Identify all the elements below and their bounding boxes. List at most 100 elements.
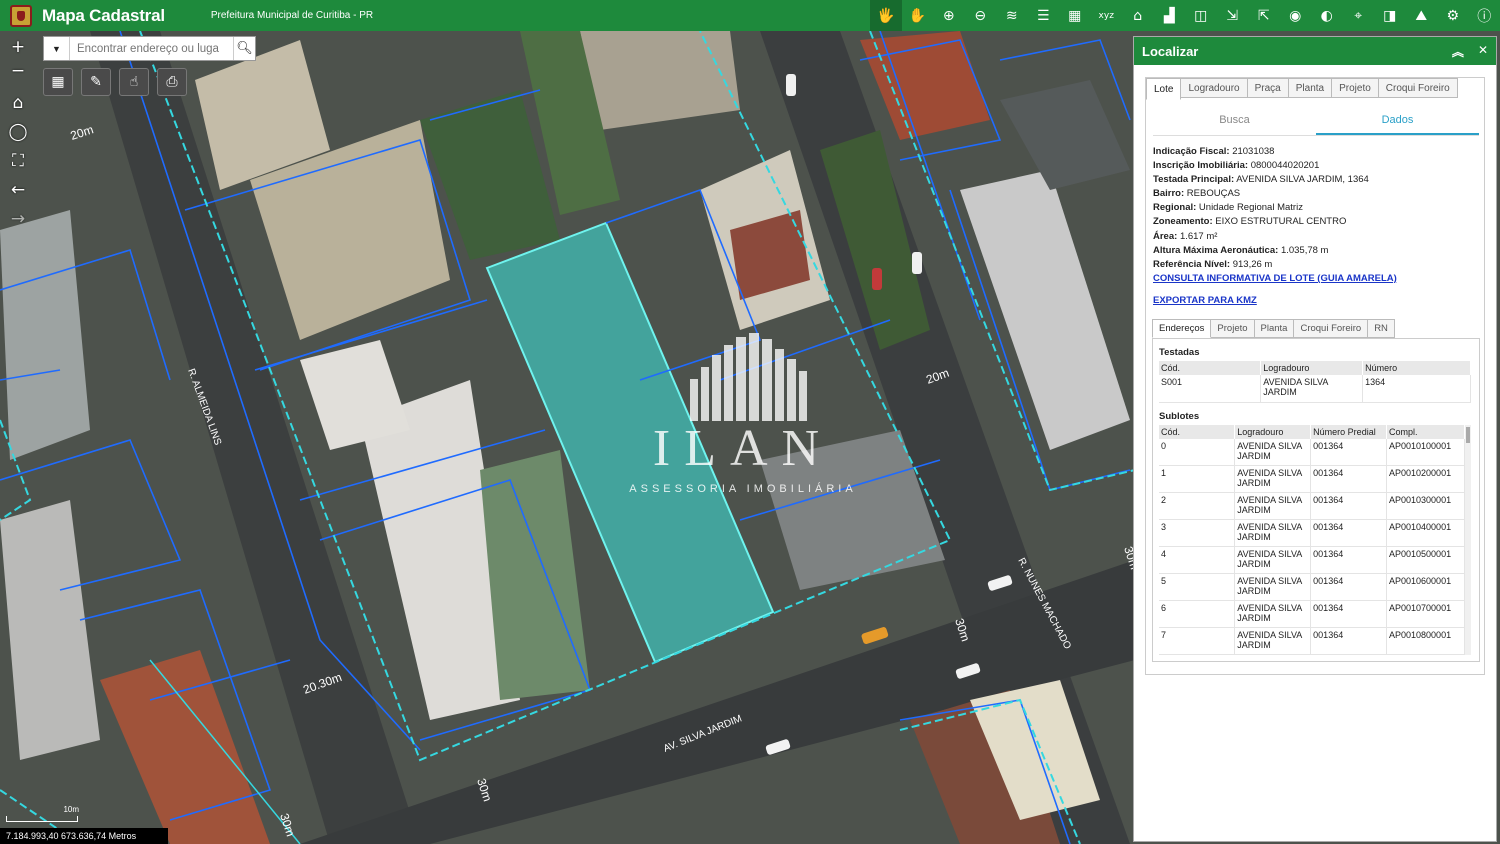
identify-icon[interactable]: 🖐	[870, 0, 902, 31]
close-icon[interactable]: ✕	[1478, 43, 1488, 60]
field-value: 913,26 m	[1232, 258, 1273, 270]
export-icon[interactable]: ⇱	[1248, 0, 1280, 31]
import-icon[interactable]: ⇲	[1217, 0, 1249, 31]
map-query-icon[interactable]: ⌖	[1343, 0, 1375, 31]
field-row: Bairro: REBOUÇAS	[1153, 187, 1483, 201]
testadas-table: Cód. Logradouro Número S001 AVENIDA SILVA JA…	[1159, 361, 1471, 403]
building-icon[interactable]: ▟	[1154, 0, 1186, 31]
layers-icon[interactable]: ≋	[996, 0, 1028, 31]
table-row[interactable]: 6 AVENIDA SILVA JARDIM 001364 AP0010700001	[1159, 600, 1465, 628]
tab-busca[interactable]: Busca	[1153, 108, 1316, 135]
tab-projeto[interactable]: Projeto	[1332, 78, 1379, 98]
swipe-icon[interactable]: ◨	[1374, 0, 1406, 31]
table-cell: AP0010500001	[1386, 546, 1465, 574]
city-crest-logo	[10, 4, 32, 27]
detail-tab-rn[interactable]: RN	[1368, 319, 1395, 338]
zoom-out-button[interactable]: −	[6, 59, 30, 83]
table-cell: 2	[1159, 492, 1236, 520]
identify-tool-icon[interactable]: ☝	[119, 68, 149, 96]
table-row[interactable]: 7 AVENIDA SILVA JARDIM 001364 AP0010800001	[1159, 627, 1465, 655]
search-input[interactable]	[70, 37, 233, 60]
home-icon[interactable]: ⌂	[6, 91, 30, 115]
terrain-icon[interactable]: ⛰	[1406, 0, 1438, 31]
column-header: Cód.	[1159, 361, 1262, 375]
field-value: 1.035,78 m	[1280, 244, 1329, 256]
compare-icon[interactable]: ◫	[1185, 0, 1217, 31]
previous-extent-icon[interactable]: ←	[6, 178, 30, 202]
table-row[interactable]: 5 AVENIDA SILVA JARDIM 001364 AP0010600001	[1159, 573, 1465, 601]
panel-body: Lote Logradouro Praça Planta Projeto Croqui F…	[1145, 77, 1485, 675]
info-icon[interactable]: ⓘ	[1469, 0, 1500, 31]
locate-icon[interactable]: ◯	[6, 120, 30, 144]
search-icon[interactable]: 🔍︎	[233, 37, 255, 60]
zoom-controls: + −	[6, 35, 30, 83]
pan-icon[interactable]: ✋	[902, 0, 934, 31]
sublotes-table: Cód. Logradouro Número Predial Compl. 0 AVENI…	[1159, 424, 1465, 655]
field-row: Testada Principal: AVENIDA SILVA JARDIM,…	[1153, 173, 1483, 187]
sublotes-scroll-area[interactable]: Cód. Logradouro Número Predial Compl. 0 AVENI…	[1159, 424, 1471, 655]
basemap-grid-icon[interactable]: ▦	[1059, 0, 1091, 31]
panel-header: Localizar ︽ ✕	[1134, 37, 1496, 65]
table-row[interactable]: 4 AVENIDA SILVA JARDIM 001364 AP0010500001	[1159, 546, 1465, 574]
search-source-dropdown[interactable]: ▼	[44, 37, 70, 60]
field-value: 21031038	[1232, 146, 1275, 157]
basemap-gallery-icon[interactable]: ▦	[43, 68, 73, 96]
table-row[interactable]: 1 AVENIDA SILVA JARDIM 001364 AP0010200001	[1159, 465, 1465, 493]
field-label: Zoneamento:	[1153, 216, 1213, 228]
enderecos-box: Testadas Cód. Logradouro Número S001 AVENIDA…	[1152, 338, 1480, 662]
table-row[interactable]: 3 AVENIDA SILVA JARDIM 001364 AP0010400001	[1159, 519, 1465, 547]
app-subtitle: Prefeitura Municipal de Curitiba - PR	[210, 10, 374, 21]
column-header: Logradouro	[1234, 424, 1312, 439]
globe-icon[interactable]: ◐	[1311, 0, 1343, 31]
measure-icon[interactable]: ✎	[81, 68, 111, 96]
tab-praça[interactable]: Praça	[1247, 78, 1289, 98]
zoom-in-button[interactable]: +	[6, 35, 30, 59]
table-cell: AVENIDA SILVA JARDIM	[1234, 465, 1312, 493]
table-cell: AP0010600001	[1386, 573, 1465, 601]
field-value: 1.617 m²	[1179, 230, 1218, 242]
field-row: Altura Máxima Aeronáutica: 1.035,78 m	[1153, 244, 1483, 258]
table-cell: AP0010800001	[1386, 627, 1465, 655]
search-bar: ▼ 🔍︎	[43, 36, 256, 61]
legend-icon[interactable]: ☰	[1028, 0, 1060, 31]
table-cell: 001364	[1310, 465, 1388, 493]
collapse-icon[interactable]: ︽	[1452, 43, 1464, 60]
detail-tab-croqui-foreiro[interactable]: Croqui Foreiro	[1294, 319, 1369, 338]
target-icon[interactable]: ◉	[1280, 0, 1312, 31]
scale-label: 10m	[63, 805, 79, 814]
tab-croqui-foreiro[interactable]: Croqui Foreiro	[1378, 78, 1458, 98]
table-cell: AP0010700001	[1386, 600, 1465, 628]
guia-amarela-link[interactable]: CONSULTA INFORMATIVA DE LOTE (GUIA AMARE…	[1153, 272, 1483, 286]
sublotes-scrollbar[interactable]	[1465, 424, 1471, 655]
column-header: Compl.	[1386, 424, 1465, 439]
tab-lote[interactable]: Lote	[1146, 78, 1182, 100]
table-row[interactable]: 2 AVENIDA SILVA JARDIM 001364 AP0010300001	[1159, 492, 1465, 520]
zoom-out-icon[interactable]: ⊖	[965, 0, 997, 31]
detail-tab-planta[interactable]: Planta	[1254, 319, 1295, 338]
tab-planta[interactable]: Planta	[1288, 78, 1333, 98]
table-row[interactable]: 0 AVENIDA SILVA JARDIM 001364 AP0010100001	[1159, 438, 1465, 466]
next-extent-icon[interactable]: →	[6, 207, 30, 231]
field-label: Área:	[1153, 230, 1178, 242]
watermark-brand: ILAN	[652, 420, 834, 477]
field-label: Altura Máxima Aeronáutica:	[1153, 244, 1279, 256]
xyz-icon[interactable]: xyz	[1091, 0, 1123, 31]
zoom-in-icon[interactable]: ⊕	[933, 0, 965, 31]
table-cell: AVENIDA SILVA JARDIM	[1234, 492, 1312, 520]
tab-dados[interactable]: Dados	[1316, 108, 1479, 135]
print-icon[interactable]: ⎙	[157, 68, 187, 96]
table-row[interactable]: S001 AVENIDA SILVA JARDIM 1364	[1159, 375, 1471, 403]
fullscreen-icon[interactable]: ⛶	[6, 149, 30, 173]
toolbar: 🖐 ✋ ⊕ ⊖ ≋ ☰ ▦ xyz ⌂ ▟ ◫ ⇲ ⇱ ◉ ◐ ⌖ ◨ ⛰ ⚙ ⓘ	[870, 0, 1500, 31]
panel-title: Localizar	[1142, 43, 1199, 59]
field-label: Indicação Fiscal:	[1153, 146, 1230, 157]
detail-tab-endereços[interactable]: Endereços	[1152, 319, 1212, 338]
app-title: Mapa Cadastral	[42, 5, 165, 25]
tab-logradouro[interactable]: Logradouro	[1181, 78, 1248, 98]
field-value: AVENIDA SILVA JARDIM, 1364	[1236, 174, 1369, 186]
localizar-panel: Localizar ︽ ✕ Lote Logradouro Praça Planta P…	[1133, 36, 1497, 842]
export-kmz-link[interactable]: EXPORTAR PARA KMZ	[1153, 294, 1483, 308]
detail-tab-projeto[interactable]: Projeto	[1211, 319, 1255, 338]
education-icon[interactable]: ⌂	[1122, 0, 1154, 31]
settings-icon[interactable]: ⚙	[1437, 0, 1469, 31]
